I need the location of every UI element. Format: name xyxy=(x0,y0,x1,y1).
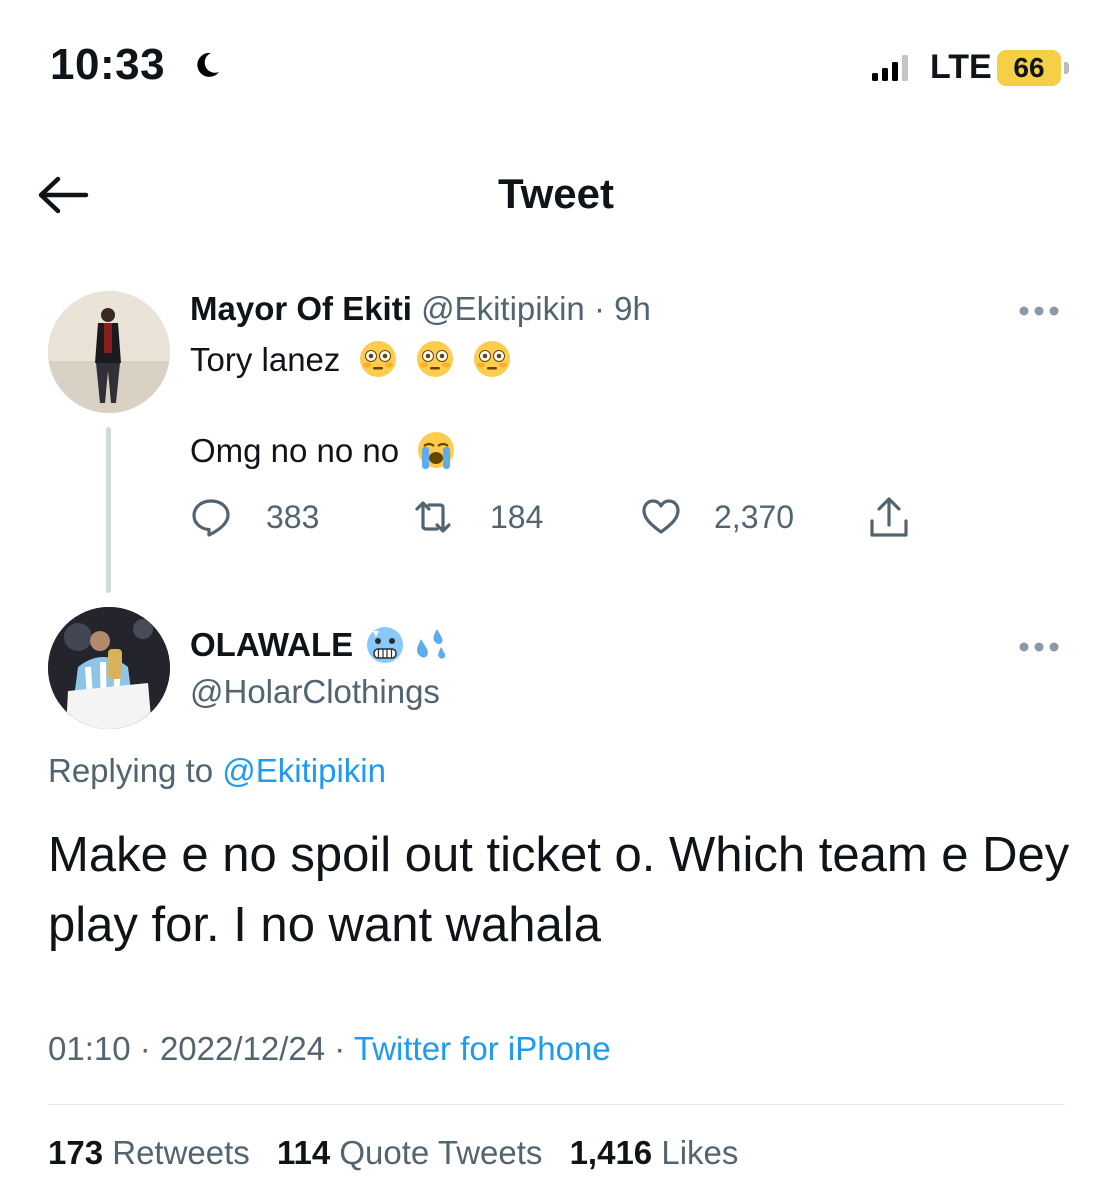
moon-icon xyxy=(197,52,219,77)
flushed-face-icon xyxy=(359,341,396,377)
reply-button[interactable]: 383 xyxy=(190,496,319,538)
tweet-time: 01:10 xyxy=(48,1030,131,1067)
replying-prefix: Replying to xyxy=(48,752,214,789)
page-title: Tweet xyxy=(498,170,614,217)
retweets-count: 173 xyxy=(48,1134,104,1171)
like-button[interactable]: 2,370 xyxy=(640,496,794,538)
retweets-label: Retweets xyxy=(112,1134,250,1171)
tweet-text: Omg no no no xyxy=(190,432,400,469)
loudly-crying-face-icon xyxy=(418,432,455,469)
flushed-face-icon xyxy=(416,341,453,377)
quotes-count: 114 xyxy=(276,1134,331,1171)
parent-tweet-header[interactable]: Mayor Of Ekiti @Ekitipikin · 9h xyxy=(190,290,651,328)
retweet-icon xyxy=(415,501,451,533)
separator-dot: · xyxy=(139,1030,151,1067)
author-name[interactable]: Mayor Of Ekiti xyxy=(190,290,412,327)
avatar-photo-icon xyxy=(48,291,170,413)
author-handle[interactable]: @HolarClothings xyxy=(190,673,440,711)
avatar[interactable] xyxy=(48,607,170,729)
reply-count: 383 xyxy=(266,498,320,535)
like-count: 2,370 xyxy=(714,498,795,535)
tweet-text-line: Omg no no no xyxy=(190,430,456,470)
quotes-label: Quote Tweets xyxy=(339,1134,543,1171)
author-name-row[interactable]: OLAWALE xyxy=(190,625,451,665)
heart-icon xyxy=(642,499,680,534)
battery-tip xyxy=(1064,62,1069,74)
retweet-count: 184 xyxy=(490,498,544,535)
tweet-text: Tory lanez xyxy=(190,341,341,378)
sweat-droplets-icon xyxy=(417,629,446,659)
replying-to: Replying to @Ekitipikin xyxy=(48,752,386,790)
cellular-signal-icon xyxy=(872,55,908,81)
status-time: 10:33 xyxy=(50,40,166,89)
battery-indicator: 66 xyxy=(997,50,1061,86)
separator-dot: · xyxy=(334,1030,346,1067)
likes-stat[interactable]: 1,416 Likes xyxy=(570,1134,739,1171)
divider xyxy=(48,1104,1065,1105)
tweet-date: 2022/12/24 xyxy=(159,1030,326,1067)
flushed-face-icon xyxy=(473,341,510,377)
network-type: LTE xyxy=(930,48,992,86)
more-options-icon[interactable] xyxy=(1018,641,1060,653)
likes-label: Likes xyxy=(661,1134,739,1171)
engagement-stats: 173 Retweets 114 Quote Tweets 1,416 Like… xyxy=(48,1134,738,1172)
reply-icon xyxy=(192,499,230,537)
tweet-body: Make e no spoil out ticket o. Which team… xyxy=(48,828,1070,952)
quotes-stat[interactable]: 114 Quote Tweets xyxy=(277,1134,542,1171)
tweet-text-line: Tory lanez xyxy=(190,339,512,379)
author-handle[interactable]: @Ekitipikin xyxy=(421,290,585,327)
tweet-age: 9h xyxy=(614,290,651,327)
avatar-photo-icon xyxy=(48,607,170,729)
thread-line xyxy=(106,427,111,593)
cold-face-icon xyxy=(367,627,404,663)
tweet-source-link[interactable]: Twitter for iPhone xyxy=(354,1030,611,1067)
more-options-icon[interactable] xyxy=(1018,305,1060,317)
likes-count: 1,416 xyxy=(569,1134,653,1171)
retweets-stat[interactable]: 173 Retweets xyxy=(48,1134,250,1171)
separator-dot: · xyxy=(593,290,605,327)
avatar[interactable] xyxy=(48,291,170,413)
retweet-button[interactable]: 184 xyxy=(412,496,543,538)
mention-link[interactable]: @Ekitipikin xyxy=(222,752,386,789)
author-name[interactable]: OLAWALE xyxy=(190,626,353,664)
share-icon[interactable] xyxy=(866,495,912,541)
tweet-timestamp: 01:10 · 2022/12/24 · Twitter for iPhone xyxy=(48,1030,611,1068)
